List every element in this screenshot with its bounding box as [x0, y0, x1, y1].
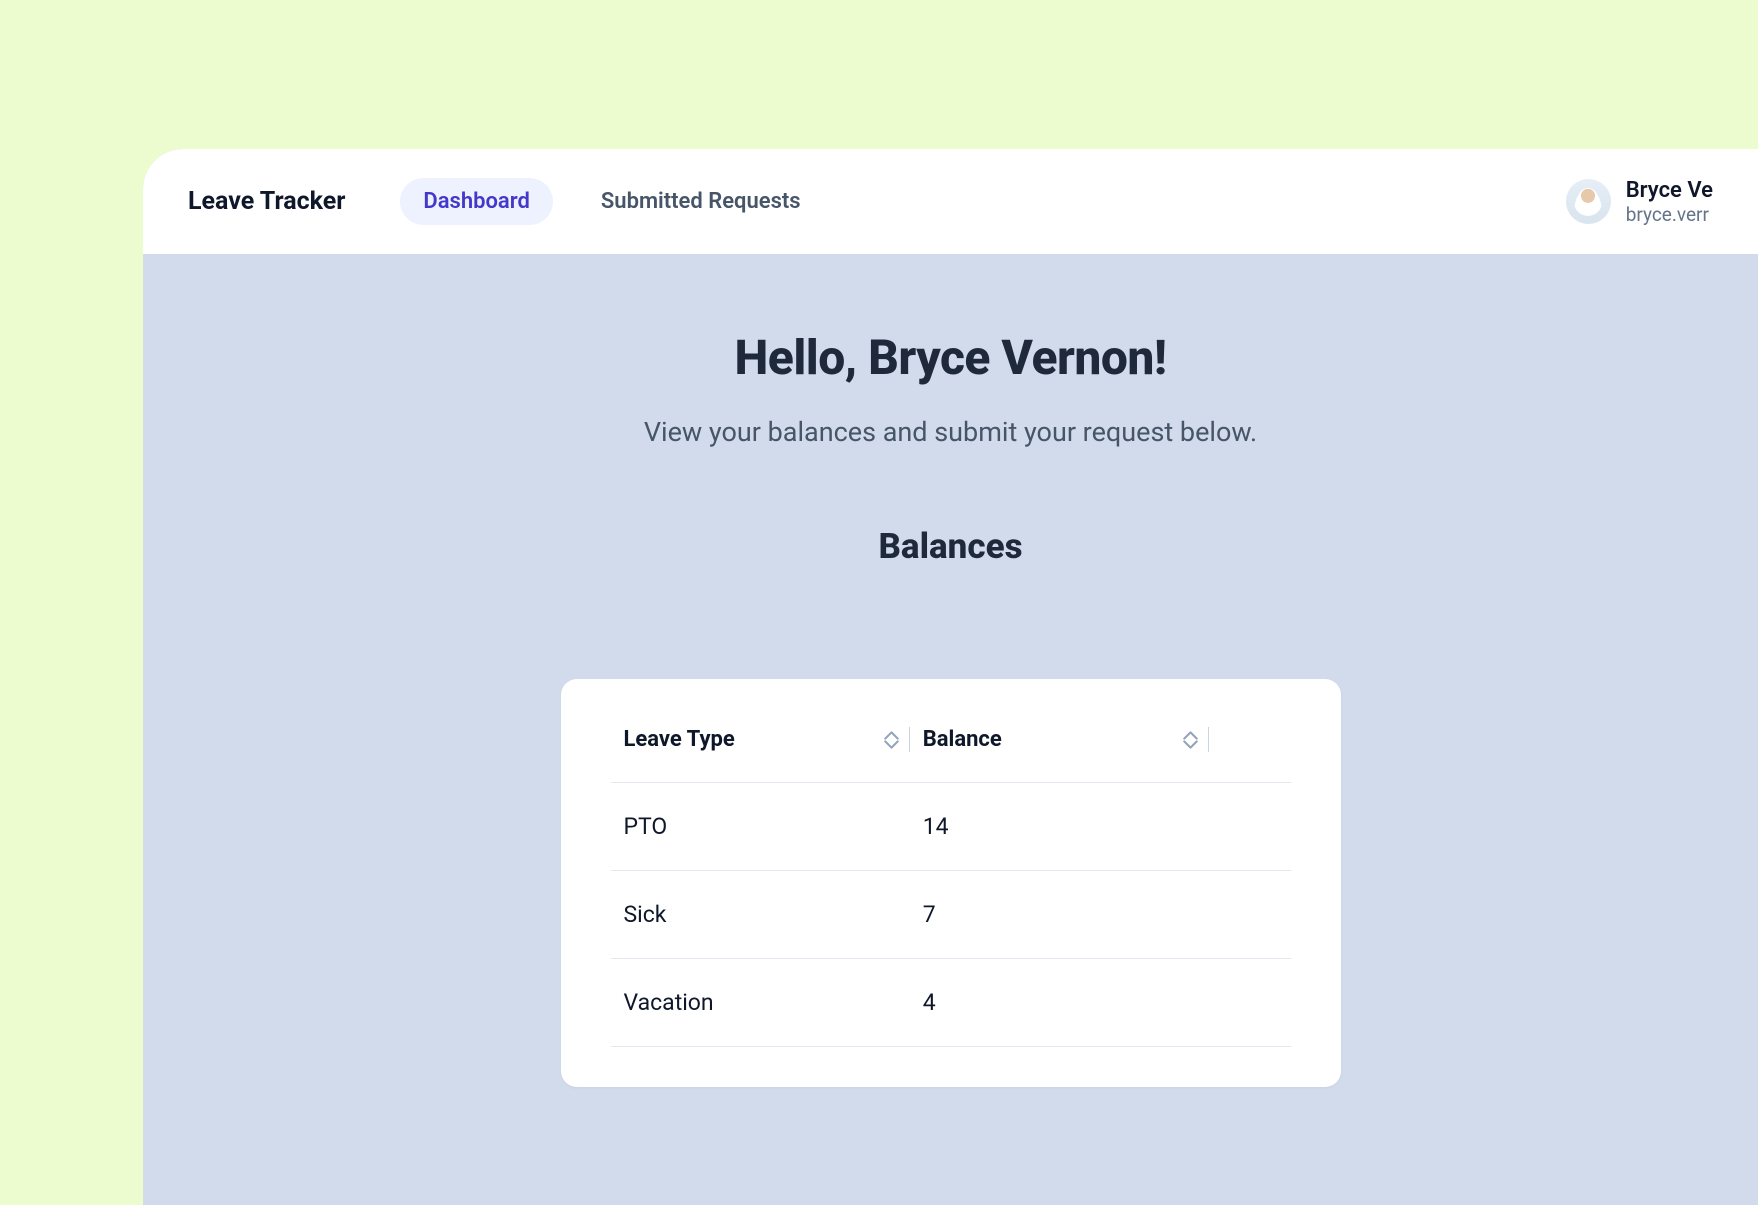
column-header-label: Leave Type: [611, 727, 735, 752]
table-row: Sick 7: [611, 871, 1291, 959]
avatar-icon: [1574, 188, 1602, 216]
balances-card: Leave Type: [561, 679, 1341, 1087]
sort-icon[interactable]: [1183, 731, 1198, 749]
table-row: PTO 14: [611, 783, 1291, 871]
cell-leave-type: PTO: [611, 783, 910, 871]
column-header-balance[interactable]: Balance: [910, 727, 1209, 783]
content: Hello, Bryce Vernon! View your balances …: [143, 254, 1758, 1087]
nav: Dashboard Submitted Requests: [400, 178, 823, 225]
column-header-leave-type[interactable]: Leave Type: [611, 727, 910, 783]
column-header-empty: [1209, 727, 1291, 783]
sort-icon[interactable]: [884, 731, 899, 749]
greeting: Hello, Bryce Vernon!: [143, 329, 1758, 386]
user-email: bryce.verr: [1626, 203, 1713, 226]
user-name: Bryce Ve: [1626, 178, 1713, 203]
column-header-label: Balance: [910, 727, 1002, 752]
cell-balance: 4: [910, 959, 1209, 1047]
app-container: Leave Tracker Dashboard Submitted Reques…: [143, 149, 1758, 1205]
header: Leave Tracker Dashboard Submitted Reques…: [143, 149, 1758, 254]
cell-leave-type: Sick: [611, 871, 910, 959]
nav-submitted-requests[interactable]: Submitted Requests: [578, 178, 824, 225]
subtitle: View your balances and submit your reque…: [143, 416, 1758, 448]
table-row: Vacation 4: [611, 959, 1291, 1047]
nav-dashboard[interactable]: Dashboard: [400, 178, 552, 225]
table-header-row: Leave Type: [611, 727, 1291, 783]
cell-empty: [1209, 871, 1291, 959]
cell-balance: 7: [910, 871, 1209, 959]
cell-empty: [1209, 959, 1291, 1047]
balances-table: Leave Type: [611, 727, 1291, 1047]
cell-empty: [1209, 783, 1291, 871]
balances-title: Balances: [143, 526, 1758, 567]
cell-balance: 14: [910, 783, 1209, 871]
cell-leave-type: Vacation: [611, 959, 910, 1047]
avatar: [1566, 179, 1611, 224]
user-text: Bryce Ve bryce.verr: [1626, 178, 1713, 226]
brand-title: Leave Tracker: [188, 187, 345, 216]
user-info[interactable]: Bryce Ve bryce.verr: [1566, 178, 1713, 226]
